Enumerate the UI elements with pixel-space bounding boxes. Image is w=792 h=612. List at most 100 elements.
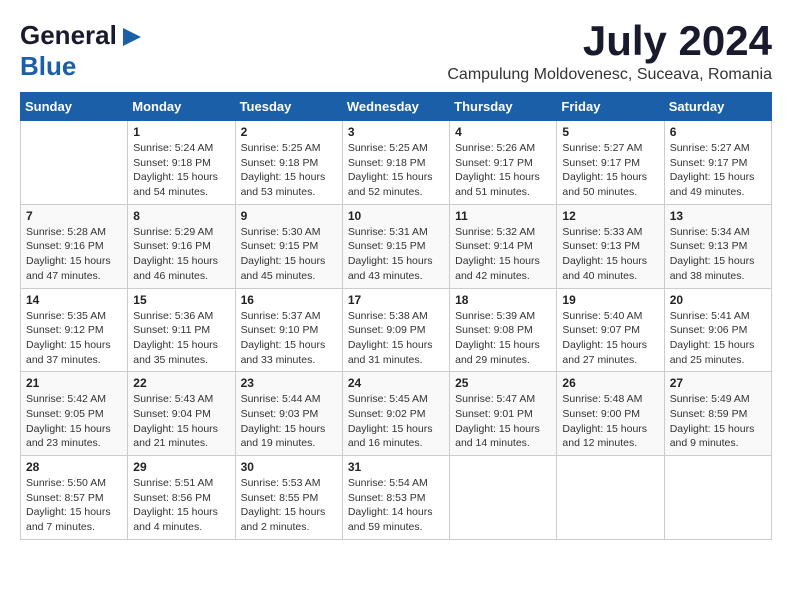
table-row: 21 Sunrise: 5:42 AM Sunset: 9:05 PM Dayli…	[21, 372, 128, 456]
day-number: 19	[562, 293, 658, 307]
calendar-week-row: 28Sunrise: 5:50 AM Sunset: 8:57 PM Dayli…	[21, 456, 772, 540]
table-row: 29 Sunrise: 5:51 AM Sunset: 8:56 PM Dayli…	[128, 456, 235, 540]
table-row: 1Sunrise: 5:24 AM Sunset: 9:18 PM Daylig…	[128, 121, 235, 205]
day-info: Sunrise: 5:51 AM Sunset: 8:56 PM Dayligh…	[133, 476, 229, 535]
day-info: Sunrise: 5:41 AM Sunset: 9:06 PM Dayligh…	[670, 309, 766, 368]
table-row: 13 Sunrise: 5:34 AM Sunset: 9:13 PM Dayli…	[664, 204, 771, 288]
subtitle: Campulung Moldovenesc, Suceava, Romania	[447, 66, 772, 84]
day-info: Sunrise: 5:42 AM Sunset: 9:05 PM Dayligh…	[26, 392, 122, 451]
table-row: 16 Sunrise: 5:37 AM Sunset: 9:10 PM Dayli…	[235, 288, 342, 372]
day-info: Sunrise: 5:37 AM Sunset: 9:10 PM Dayligh…	[241, 309, 337, 368]
day-number: 3	[348, 125, 444, 139]
day-number: 1	[133, 125, 229, 139]
table-row	[450, 456, 557, 540]
day-number: 30	[241, 460, 337, 474]
day-info: Sunrise: 5:27 AM Sunset: 9:17 PM Dayligh…	[670, 141, 766, 200]
title-block: July 2024 Campulung Moldovenesc, Suceava…	[447, 20, 772, 84]
table-row: 2 Sunrise: 5:25 AM Sunset: 9:18 PM Daylig…	[235, 121, 342, 205]
day-number: 23	[241, 376, 337, 390]
day-number: 7	[26, 209, 122, 223]
calendar-table: Sunday Monday Tuesday Wednesday Thursday…	[20, 92, 772, 540]
calendar-week-row: 21 Sunrise: 5:42 AM Sunset: 9:05 PM Dayli…	[21, 372, 772, 456]
day-info: Sunrise: 5:53 AM Sunset: 8:55 PM Dayligh…	[241, 476, 337, 535]
table-row: 27 Sunrise: 5:49 AM Sunset: 8:59 PM Dayli…	[664, 372, 771, 456]
table-row: 20 Sunrise: 5:41 AM Sunset: 9:06 PM Dayli…	[664, 288, 771, 372]
col-saturday: Saturday	[664, 93, 771, 121]
col-thursday: Thursday	[450, 93, 557, 121]
day-info: Sunrise: 5:25 AM Sunset: 9:18 PM Dayligh…	[348, 141, 444, 200]
day-info: Sunrise: 5:43 AM Sunset: 9:04 PM Dayligh…	[133, 392, 229, 451]
table-row: 26 Sunrise: 5:48 AM Sunset: 9:00 PM Dayli…	[557, 372, 664, 456]
day-info: Sunrise: 5:26 AM Sunset: 9:17 PM Dayligh…	[455, 141, 551, 200]
day-number: 26	[562, 376, 658, 390]
table-row: 8 Sunrise: 5:29 AM Sunset: 9:16 PM Daylig…	[128, 204, 235, 288]
table-row: 14 Sunrise: 5:35 AM Sunset: 9:12 PM Dayli…	[21, 288, 128, 372]
table-row: 3 Sunrise: 5:25 AM Sunset: 9:18 PM Daylig…	[342, 121, 449, 205]
day-number: 29	[133, 460, 229, 474]
day-number: 31	[348, 460, 444, 474]
calendar-week-row: 1Sunrise: 5:24 AM Sunset: 9:18 PM Daylig…	[21, 121, 772, 205]
day-info: Sunrise: 5:44 AM Sunset: 9:03 PM Dayligh…	[241, 392, 337, 451]
day-number: 2	[241, 125, 337, 139]
day-number: 14	[26, 293, 122, 307]
day-number: 8	[133, 209, 229, 223]
logo-general: General	[20, 20, 117, 50]
page-header: General Blue July 2024 Campulung Moldove…	[20, 20, 772, 84]
table-row: 25 Sunrise: 5:47 AM Sunset: 9:01 PM Dayli…	[450, 372, 557, 456]
table-row: 9 Sunrise: 5:30 AM Sunset: 9:15 PM Daylig…	[235, 204, 342, 288]
table-row	[557, 456, 664, 540]
day-number: 11	[455, 209, 551, 223]
day-info: Sunrise: 5:34 AM Sunset: 9:13 PM Dayligh…	[670, 225, 766, 284]
day-info: Sunrise: 5:47 AM Sunset: 9:01 PM Dayligh…	[455, 392, 551, 451]
table-row: 17 Sunrise: 5:38 AM Sunset: 9:09 PM Dayli…	[342, 288, 449, 372]
day-info: Sunrise: 5:54 AM Sunset: 8:53 PM Dayligh…	[348, 476, 444, 535]
day-info: Sunrise: 5:38 AM Sunset: 9:09 PM Dayligh…	[348, 309, 444, 368]
day-number: 5	[562, 125, 658, 139]
table-row: 6Sunrise: 5:27 AM Sunset: 9:17 PM Daylig…	[664, 121, 771, 205]
day-info: Sunrise: 5:45 AM Sunset: 9:02 PM Dayligh…	[348, 392, 444, 451]
day-number: 13	[670, 209, 766, 223]
day-number: 28	[26, 460, 122, 474]
table-row: 15Sunrise: 5:36 AM Sunset: 9:11 PM Dayli…	[128, 288, 235, 372]
day-number: 27	[670, 376, 766, 390]
table-row: 7 Sunrise: 5:28 AM Sunset: 9:16 PM Daylig…	[21, 204, 128, 288]
day-number: 25	[455, 376, 551, 390]
col-friday: Friday	[557, 93, 664, 121]
logo-arrow-icon	[123, 28, 141, 46]
day-info: Sunrise: 5:49 AM Sunset: 8:59 PM Dayligh…	[670, 392, 766, 451]
table-row: 4 Sunrise: 5:26 AM Sunset: 9:17 PM Daylig…	[450, 121, 557, 205]
day-number: 9	[241, 209, 337, 223]
col-monday: Monday	[128, 93, 235, 121]
table-row	[664, 456, 771, 540]
main-title: July 2024	[447, 20, 772, 62]
table-row: 10Sunrise: 5:31 AM Sunset: 9:15 PM Dayli…	[342, 204, 449, 288]
table-row: 24Sunrise: 5:45 AM Sunset: 9:02 PM Dayli…	[342, 372, 449, 456]
day-number: 21	[26, 376, 122, 390]
day-number: 18	[455, 293, 551, 307]
col-wednesday: Wednesday	[342, 93, 449, 121]
calendar-week-row: 14 Sunrise: 5:35 AM Sunset: 9:12 PM Dayli…	[21, 288, 772, 372]
day-info: Sunrise: 5:27 AM Sunset: 9:17 PM Dayligh…	[562, 141, 658, 200]
day-number: 4	[455, 125, 551, 139]
day-number: 22	[133, 376, 229, 390]
table-row: 12 Sunrise: 5:33 AM Sunset: 9:13 PM Dayli…	[557, 204, 664, 288]
table-row: 30 Sunrise: 5:53 AM Sunset: 8:55 PM Dayli…	[235, 456, 342, 540]
day-info: Sunrise: 5:36 AM Sunset: 9:11 PM Dayligh…	[133, 309, 229, 368]
day-info: Sunrise: 5:33 AM Sunset: 9:13 PM Dayligh…	[562, 225, 658, 284]
table-row: 5 Sunrise: 5:27 AM Sunset: 9:17 PM Daylig…	[557, 121, 664, 205]
day-info: Sunrise: 5:35 AM Sunset: 9:12 PM Dayligh…	[26, 309, 122, 368]
day-info: Sunrise: 5:29 AM Sunset: 9:16 PM Dayligh…	[133, 225, 229, 284]
day-info: Sunrise: 5:28 AM Sunset: 9:16 PM Dayligh…	[26, 225, 122, 284]
table-row: 28Sunrise: 5:50 AM Sunset: 8:57 PM Dayli…	[21, 456, 128, 540]
day-number: 20	[670, 293, 766, 307]
table-row: 31 Sunrise: 5:54 AM Sunset: 8:53 PM Dayli…	[342, 456, 449, 540]
day-number: 16	[241, 293, 337, 307]
day-number: 17	[348, 293, 444, 307]
day-number: 12	[562, 209, 658, 223]
table-row: 19Sunrise: 5:40 AM Sunset: 9:07 PM Dayli…	[557, 288, 664, 372]
day-info: Sunrise: 5:25 AM Sunset: 9:18 PM Dayligh…	[241, 141, 337, 200]
table-row: 23 Sunrise: 5:44 AM Sunset: 9:03 PM Dayli…	[235, 372, 342, 456]
day-info: Sunrise: 5:30 AM Sunset: 9:15 PM Dayligh…	[241, 225, 337, 284]
day-info: Sunrise: 5:48 AM Sunset: 9:00 PM Dayligh…	[562, 392, 658, 451]
logo: General Blue	[20, 20, 141, 82]
